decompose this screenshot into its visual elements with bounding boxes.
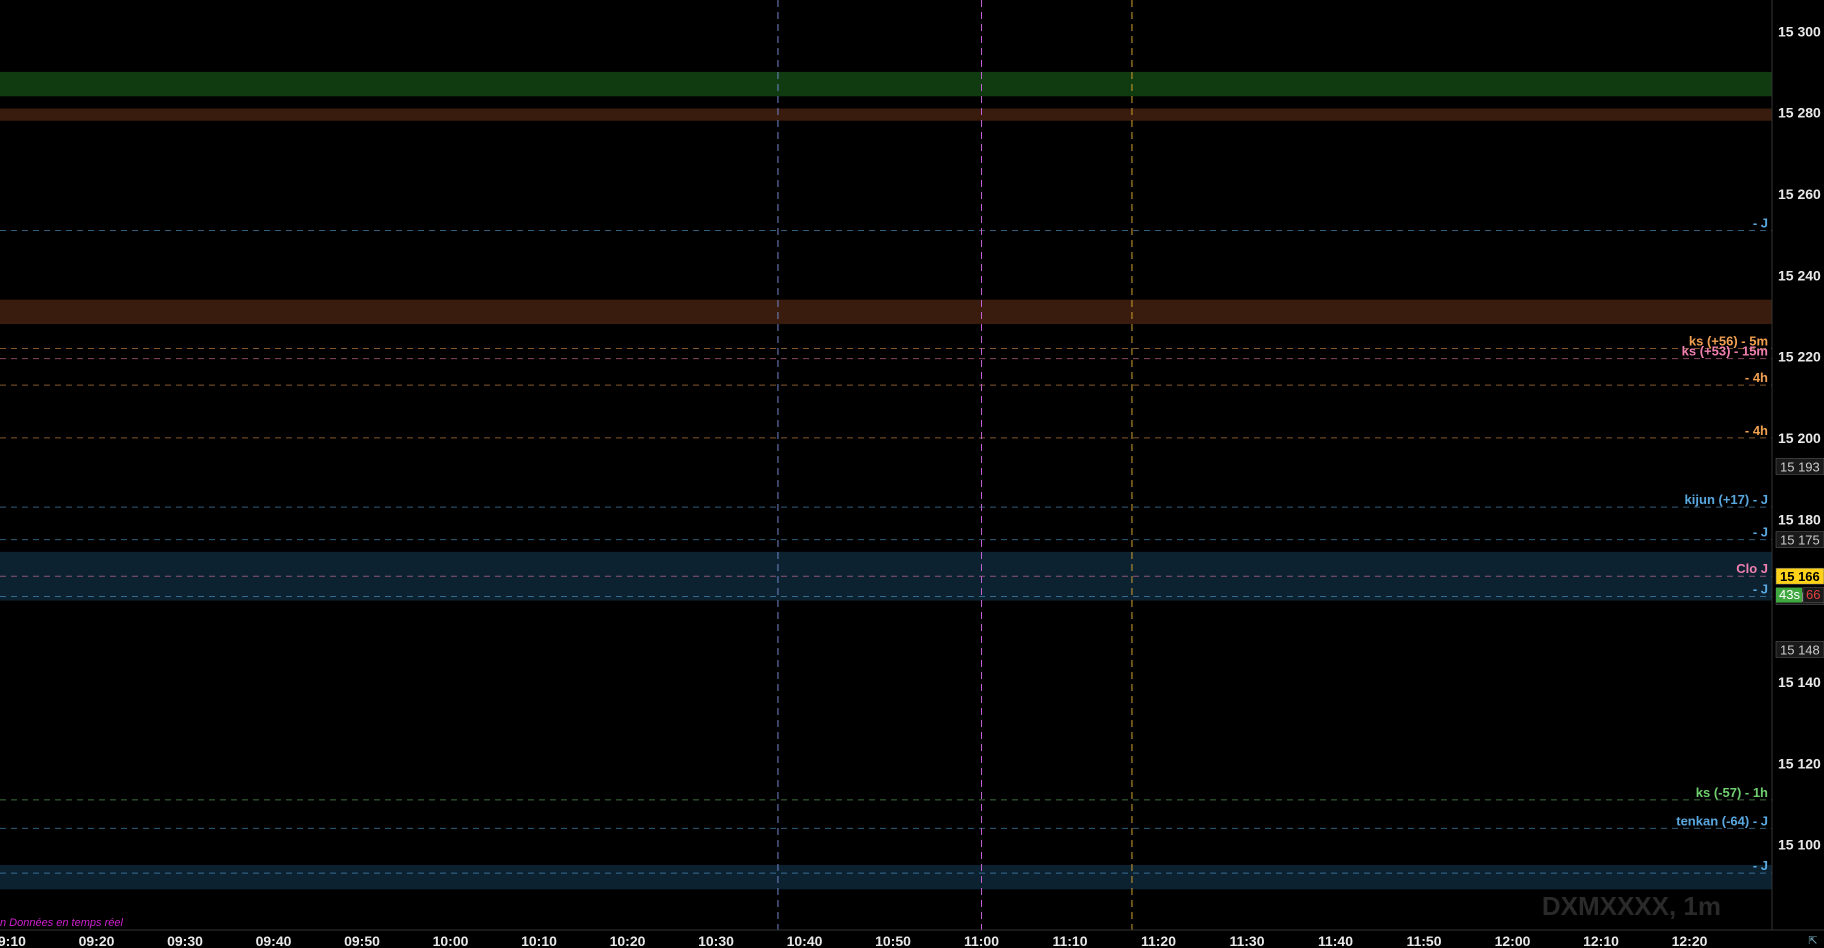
level-label: - 4h — [1745, 370, 1768, 385]
instrument-watermark: DXMXXXX, 1m — [1541, 891, 1721, 921]
zone-band — [0, 108, 1772, 121]
x-tick-label: 11:40 — [1318, 933, 1353, 948]
x-tick-label: 11:00 — [964, 933, 999, 948]
price-box-label: 15 166 — [1780, 569, 1820, 584]
price-box-label: 15 193 — [1780, 459, 1820, 474]
y-tick-label: 15 220 — [1778, 349, 1821, 365]
x-tick-label: 11:30 — [1229, 933, 1264, 948]
x-tick-label: 12:10 — [1583, 933, 1619, 948]
chart-svg[interactable]: - Jks (+56) - 5mks (+53) - 15m- 4h- 4hki… — [0, 0, 1824, 948]
y-tick-label: 15 140 — [1778, 674, 1821, 690]
y-tick-label: 15 280 — [1778, 105, 1821, 121]
x-tick-label: 10:30 — [698, 933, 734, 948]
level-label: kijun (+17) - J — [1685, 492, 1768, 507]
level-label: - 4h — [1745, 423, 1768, 438]
x-tick-label: 09:50 — [344, 933, 380, 948]
x-tick-label: 10:20 — [610, 933, 646, 948]
zone-band — [0, 864, 1772, 890]
x-tick-label: 10:10 — [521, 933, 557, 948]
x-tick-label: 12:20 — [1672, 933, 1708, 948]
expand-icon[interactable]: ⇱ — [1802, 934, 1824, 948]
y-tick-label: 15 180 — [1778, 511, 1821, 527]
y-tick-label: 15 100 — [1778, 837, 1821, 853]
x-tick-label: 11:20 — [1141, 933, 1176, 948]
x-tick-label: 09:30 — [167, 933, 203, 948]
price-box-label: 15 148 — [1780, 642, 1820, 657]
x-tick-label: 10:40 — [787, 933, 823, 948]
x-tick-label: 09:40 — [256, 933, 292, 948]
y-tick-label: 15 200 — [1778, 430, 1821, 446]
zone-band — [0, 71, 1772, 97]
level-label: Clo J — [1736, 561, 1768, 576]
y-tick-label: 15 260 — [1778, 186, 1821, 202]
zone-band — [0, 299, 1772, 325]
y-tick-label: 15 240 — [1778, 267, 1821, 283]
level-label: - J — [1753, 582, 1768, 597]
level-label: tenkan (-64) - J — [1676, 813, 1768, 828]
level-label: ks (-57) - 1h — [1696, 785, 1768, 800]
x-tick-label: 10:00 — [433, 933, 469, 948]
x-tick-label: 12:00 — [1495, 933, 1531, 948]
level-label: - J — [1753, 858, 1768, 873]
realtime-label: n Données en temps réel — [0, 917, 123, 929]
x-tick-label: 11:10 — [1052, 933, 1087, 948]
x-tick-label: 09:20 — [79, 933, 115, 948]
count-label: 66 — [1806, 587, 1820, 602]
timer-label: 43s — [1779, 587, 1800, 602]
x-tick-label: 09:10 — [0, 933, 26, 948]
price-box-label: 15 175 — [1780, 533, 1820, 548]
price-chart[interactable]: - Jks (+56) - 5m ks (+53) - 15m - 4h - 4h ki… — [0, 0, 1824, 948]
x-tick-label: 10:50 — [875, 933, 911, 948]
x-tick-label: 11:50 — [1406, 933, 1441, 948]
y-tick-label: 15 300 — [1778, 23, 1821, 39]
level-label: - J — [1753, 216, 1768, 231]
y-tick-label: 15 120 — [1778, 755, 1821, 771]
level-label: - J — [1753, 525, 1768, 540]
level-label: ks (+53) - 15m — [1682, 344, 1768, 359]
